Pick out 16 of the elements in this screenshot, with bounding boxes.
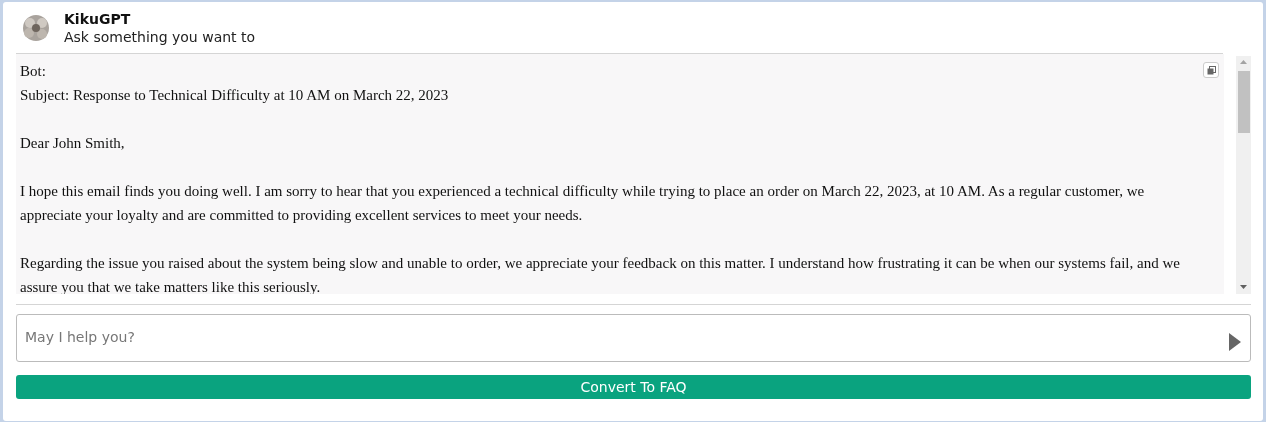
scrollbar[interactable]	[1236, 56, 1251, 294]
message-paragraph: Subject: Response to Technical Difficulty at 10 AM on March 22, 2023	[20, 86, 450, 105]
flower-logo-icon	[20, 12, 52, 44]
copy-icon	[1206, 65, 1216, 75]
app-subtitle: Ask something you want to	[64, 29, 256, 45]
convert-to-faq-button[interactable]: Convert To FAQ	[16, 375, 1251, 399]
message-paragraph: I hope this email finds you doing well. I am sorry to hear that you experienced a technical difficulty while trying to place an order on March 22, 2023, at 10 AM. As a regular customer, we appreciate your loyalty and are committed to providing excellent services to meet your needs.	[20, 182, 1146, 225]
copy-button[interactable]	[1203, 62, 1219, 78]
scrollbar-thumb[interactable]	[1238, 71, 1250, 133]
send-icon	[1229, 333, 1241, 351]
send-button[interactable]	[1229, 333, 1241, 351]
message-input[interactable]: May I help you?	[16, 314, 1251, 362]
message-paragraph: Dear John Smith,	[20, 134, 126, 153]
scroll-down-icon[interactable]	[1240, 285, 1247, 289]
sender-label: Bot:	[20, 62, 47, 81]
app-title: KikuGPT	[64, 11, 132, 27]
